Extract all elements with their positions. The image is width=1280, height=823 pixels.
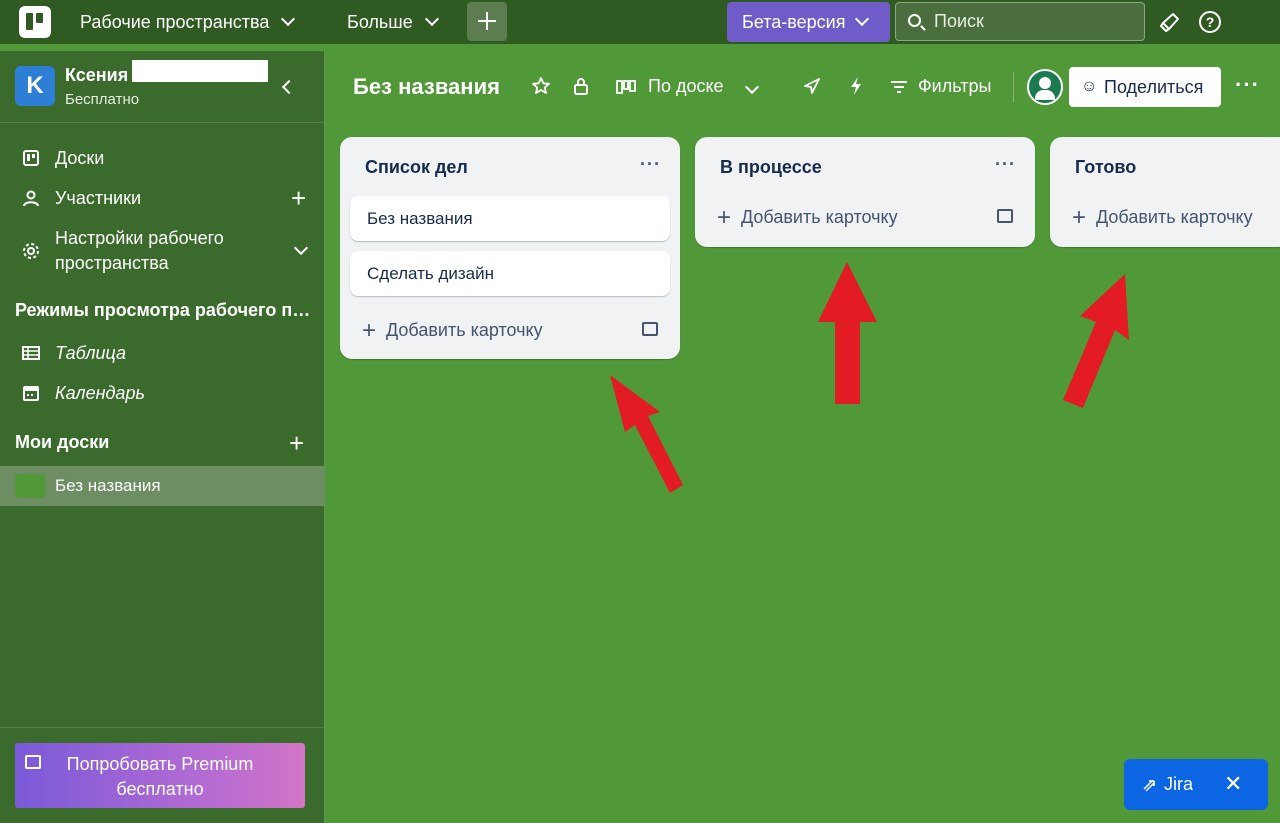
sidebar-item-label: Настройки рабочего пространства — [55, 228, 224, 273]
star-icon[interactable] — [531, 76, 551, 96]
sidebar-item-label: Таблица — [55, 343, 127, 363]
chevron-down-icon — [281, 11, 296, 27]
add-person-icon: ☺ — [1081, 78, 1098, 95]
beta-version-button[interactable]: Бета-версия — [727, 2, 890, 42]
sidebar: K Ксения Бесплатно Доски Участники + Нас… — [0, 51, 325, 823]
sidebar-item-calendar[interactable]: Календарь — [0, 381, 325, 406]
sidebar-item-boards[interactable]: Доски — [0, 146, 325, 171]
list-todo: Список дел ··· Без названия Сделать диза… — [340, 137, 680, 359]
member-avatar[interactable] — [1027, 69, 1063, 105]
chevron-down-icon — [293, 240, 309, 256]
board-label: Без названия — [55, 476, 161, 495]
sidebar-item-table[interactable]: Таблица — [0, 341, 325, 366]
premium-label: Попробовать Premium бесплатно — [66, 754, 254, 799]
list-menu-dots-icon[interactable]: ··· — [995, 154, 1016, 175]
divider — [1013, 72, 1014, 102]
list-menu-dots-icon[interactable]: ··· — [640, 154, 661, 175]
add-board-plus-icon[interactable]: + — [289, 430, 304, 456]
sidebar-item-label: Участники — [55, 188, 141, 208]
add-member-plus-icon[interactable]: + — [291, 185, 306, 211]
try-premium-button[interactable]: Попробовать Premium бесплатно — [15, 743, 305, 808]
workspaces-menu-label: Рабочие пространства — [80, 11, 270, 32]
view-switcher-button[interactable]: По доске — [648, 76, 759, 97]
sidebar-item-members[interactable]: Участники + — [0, 185, 325, 211]
card-template-icon[interactable] — [642, 322, 658, 336]
help-icon[interactable]: ? — [1199, 11, 1221, 33]
briefcase-icon — [25, 755, 41, 769]
divider — [0, 727, 325, 728]
board-view-icon — [616, 80, 636, 94]
card[interactable]: Сделать дизайн — [350, 251, 670, 296]
plus-icon: + — [362, 317, 377, 344]
chevron-down-icon — [744, 79, 759, 95]
table-icon — [22, 346, 40, 360]
chevron-down-icon — [424, 11, 439, 27]
search-icon — [908, 14, 921, 27]
red-arrow-annotation — [818, 262, 877, 404]
plus-icon: + — [1072, 204, 1087, 231]
board-menu-dots-icon[interactable]: ··· — [1235, 72, 1260, 98]
views-section-title: Режимы просмотра рабочего пр... — [15, 300, 317, 320]
sidebar-item-label: Доски — [55, 148, 105, 168]
collapse-sidebar-icon[interactable] — [281, 79, 297, 95]
sidebar-item-workspace-settings[interactable]: Настройки рабочего пространства — [0, 226, 325, 276]
card[interactable]: Без названия — [350, 196, 670, 241]
jira-widget[interactable]: ⇗ Jira ✕ — [1124, 759, 1268, 810]
add-card-label: Добавить карточку — [741, 207, 898, 227]
top-navigation-bar: Рабочие пространства Больше Бета-версия … — [0, 0, 1280, 44]
board-title[interactable]: Без названия — [353, 74, 500, 100]
trello-logo-icon[interactable] — [19, 6, 51, 38]
search-input[interactable]: Поиск — [895, 2, 1145, 41]
card-template-icon[interactable] — [997, 209, 1013, 223]
calendar-icon — [23, 386, 39, 401]
red-arrow-annotation — [610, 375, 683, 493]
workspace-name[interactable]: Ксения — [65, 65, 128, 86]
list-title[interactable]: Список дел — [365, 157, 468, 178]
gear-icon — [23, 243, 39, 259]
board-thumbnail — [15, 474, 45, 498]
list-done: Готово + Добавить карточку — [1050, 137, 1280, 247]
notifications-megaphone-icon[interactable] — [1159, 11, 1181, 33]
add-card-button[interactable]: + Добавить карточку — [1072, 204, 1253, 232]
workspaces-menu-button[interactable]: Рабочие пространства — [80, 0, 296, 44]
list-in-progress: В процессе ··· + Добавить карточку — [695, 137, 1035, 247]
red-arrow-annotation — [1063, 274, 1129, 408]
jira-logo-icon: ⇗ — [1142, 775, 1158, 795]
list-title[interactable]: В процессе — [720, 157, 822, 178]
add-card-button[interactable]: + Добавить карточку — [717, 204, 898, 232]
sidebar-board-item[interactable]: Без названия — [0, 466, 325, 506]
jira-label: Jira — [1164, 774, 1194, 794]
view-label: По доске — [648, 76, 724, 96]
close-icon[interactable]: ✕ — [1224, 771, 1242, 797]
share-button[interactable]: ☺ Поделиться — [1069, 67, 1221, 107]
sidebar-item-label: Календарь — [55, 383, 145, 403]
divider — [0, 122, 325, 123]
my-boards-title: Мои доски — [15, 432, 110, 452]
filters-button[interactable]: Фильтры — [918, 76, 991, 97]
create-button[interactable] — [467, 2, 507, 41]
add-card-button[interactable]: + Добавить карточку — [362, 317, 543, 345]
search-placeholder: Поиск — [934, 11, 984, 31]
filter-icon — [891, 81, 907, 93]
automation-lightning-icon[interactable] — [848, 76, 864, 96]
person-icon — [23, 190, 39, 207]
workspace-plan: Бесплатно — [65, 91, 140, 108]
list-title[interactable]: Готово — [1075, 157, 1136, 178]
redacted-name-block — [132, 60, 268, 82]
add-card-label: Добавить карточку — [386, 320, 543, 340]
power-ups-rocket-icon[interactable] — [802, 76, 822, 96]
plus-icon: + — [717, 204, 732, 231]
lock-icon[interactable] — [573, 76, 589, 96]
chevron-down-icon — [855, 11, 870, 27]
more-menu-button[interactable]: Больше — [347, 0, 439, 44]
share-label: Поделиться — [1104, 76, 1204, 97]
add-card-label: Добавить карточку — [1096, 207, 1253, 227]
beta-version-label: Бета-версия — [742, 11, 846, 32]
board-icon — [23, 150, 39, 166]
more-menu-label: Больше — [347, 11, 413, 32]
workspace-avatar[interactable]: K — [15, 66, 55, 106]
